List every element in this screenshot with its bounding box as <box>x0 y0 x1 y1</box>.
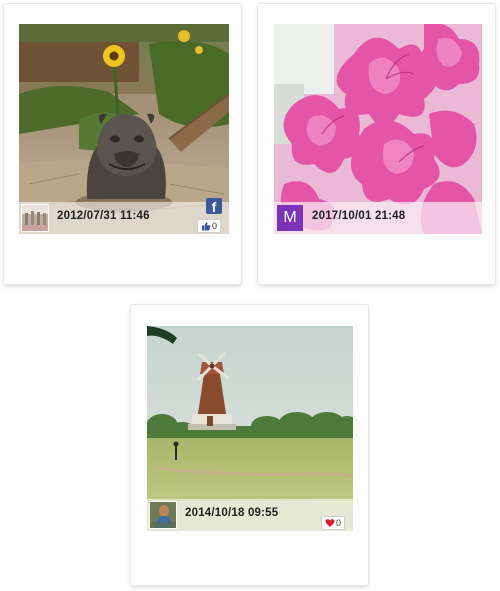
user-avatar[interactable] <box>150 502 176 528</box>
like-count: 0 <box>212 221 218 231</box>
photo-card-1[interactable]: 2012/07/31 11:46 f 0 <box>4 4 241 284</box>
facebook-icon[interactable]: f <box>206 198 222 214</box>
photo-meta-bar: M 2017/10/01 21:48 <box>274 202 482 234</box>
like-count-badge[interactable]: 0 <box>321 516 346 530</box>
avatar-image <box>22 205 48 231</box>
photo-bulldog-statue[interactable]: 2012/07/31 11:46 f 0 <box>19 24 229 234</box>
photo-card-3[interactable]: 2014/10/18 09:55 0 <box>131 305 368 585</box>
avatar-image <box>150 502 176 528</box>
photo-meta-bar: 2012/07/31 11:46 f 0 <box>19 198 229 234</box>
thumbs-up-icon <box>202 222 211 231</box>
user-avatar-letter[interactable]: M <box>277 205 303 231</box>
photo-date: 2014/10/18 09:55 <box>185 507 279 519</box>
photo-date: 2012/07/31 11:46 <box>57 210 150 222</box>
like-count: 0 <box>336 518 342 528</box>
user-avatar[interactable] <box>22 205 48 231</box>
photo-windmill-park[interactable]: 2014/10/18 09:55 0 <box>147 326 353 531</box>
photo-pink-flowers[interactable]: M 2017/10/01 21:48 <box>274 24 482 234</box>
photo-date: 2017/10/01 21:48 <box>312 210 406 222</box>
heart-icon <box>325 519 335 527</box>
like-count-badge[interactable]: 0 <box>197 219 222 233</box>
photo-card-2[interactable]: M 2017/10/01 21:48 <box>258 4 495 284</box>
photo-meta-bar: 2014/10/18 09:55 0 <box>147 499 353 531</box>
